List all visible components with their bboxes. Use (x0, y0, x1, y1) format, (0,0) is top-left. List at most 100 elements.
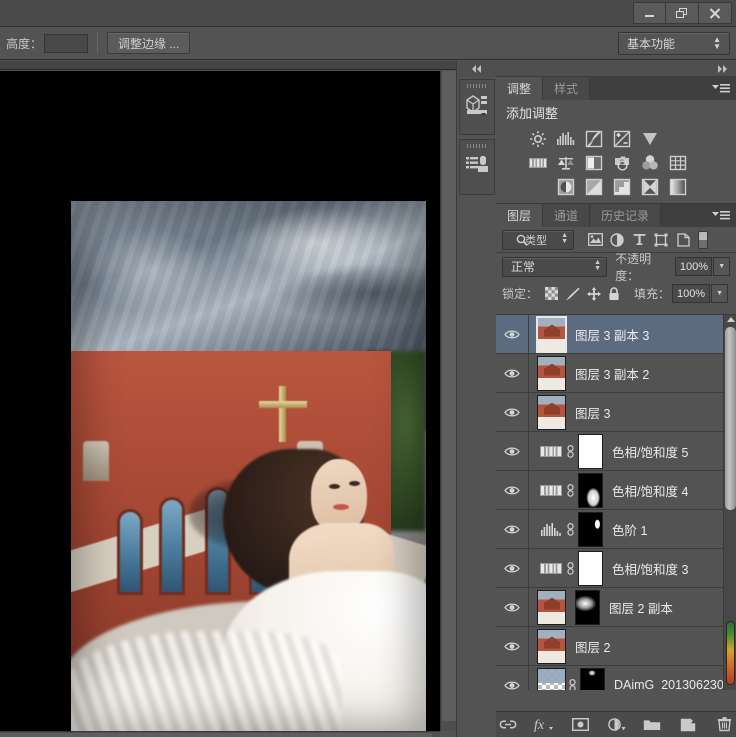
layer-name[interactable]: 色相/饱和度 5 (612, 442, 688, 461)
table-row[interactable]: DAimG_201306230... (496, 666, 736, 690)
scroll-up-arrow-icon[interactable] (727, 317, 735, 322)
layer-name[interactable]: 色相/饱和度 3 (612, 559, 688, 578)
document-tab-strip[interactable] (0, 61, 456, 70)
layer-thumbnail-cell[interactable] (529, 395, 566, 430)
dock-button-history-actions[interactable] (459, 139, 495, 195)
pixel-filter-icon[interactable] (584, 230, 606, 250)
mask-link-icon[interactable] (566, 679, 578, 691)
mask-link-icon[interactable] (564, 484, 576, 497)
tab-history[interactable]: 历史记录 (590, 204, 661, 227)
layer-mask-thumbnail[interactable] (580, 668, 605, 691)
layer-name[interactable]: 色相/饱和度 4 (612, 481, 688, 500)
layer-list-scrollbar[interactable] (723, 315, 736, 690)
posterize-icon[interactable] (580, 175, 608, 199)
layer-visibility-toggle[interactable] (496, 510, 529, 548)
dock-button-3d[interactable] (459, 79, 495, 135)
layer-thumbnail[interactable] (537, 317, 566, 352)
layer-visibility-toggle[interactable] (496, 354, 529, 392)
shape-filter-icon[interactable] (650, 230, 672, 250)
layer-visibility-toggle[interactable] (496, 588, 529, 626)
layer-name[interactable]: 色阶 1 (612, 520, 647, 539)
layer-thumbnail-cell[interactable] (529, 629, 566, 664)
photo-filter-icon[interactable] (608, 151, 636, 175)
layer-name[interactable]: DAimG_201306230... (614, 678, 734, 690)
layer-thumbnail[interactable] (537, 668, 566, 691)
layer-name[interactable]: 图层 3 副本 3 (575, 325, 649, 344)
close-button[interactable] (699, 2, 732, 24)
opacity-input[interactable]: 100% (675, 257, 712, 276)
opacity-dropdown-arrow[interactable]: ▼ (713, 257, 730, 276)
mask-link-icon[interactable] (564, 445, 576, 458)
filter-power-toggle[interactable] (698, 231, 708, 249)
restore-button[interactable] (666, 2, 699, 24)
invert-icon[interactable] (552, 175, 580, 199)
layer-visibility-toggle[interactable] (496, 432, 529, 470)
layer-visibility-toggle[interactable] (496, 666, 529, 690)
table-row[interactable]: 图层 3 副本 3 (496, 315, 736, 354)
layer-mask-thumbnail[interactable] (578, 551, 603, 586)
brightness-contrast-icon[interactable] (524, 127, 552, 151)
gradient-map-icon[interactable] (664, 175, 692, 199)
layer-name[interactable]: 图层 3 (575, 403, 610, 422)
layer-thumbnail[interactable] (537, 395, 566, 430)
layer-thumbnail-cell[interactable] (529, 356, 566, 391)
table-row[interactable]: 色阶 1 (496, 510, 736, 549)
delete-layer-icon[interactable] (714, 715, 734, 735)
hue-saturation-icon[interactable] (524, 151, 552, 175)
table-row[interactable]: 图层 3 副本 2 (496, 354, 736, 393)
layer-style-fx-icon[interactable]: fx (534, 715, 554, 735)
new-adjustment-layer-icon[interactable] (606, 715, 626, 735)
layer-mask-thumbnail[interactable] (578, 512, 603, 547)
layers-panel-menu-icon[interactable] (712, 210, 730, 221)
canvas-horizontal-scrollbar[interactable] (0, 731, 440, 737)
color-balance-icon[interactable] (552, 151, 580, 175)
hue-saturation-icon[interactable] (537, 558, 564, 579)
layer-visibility-toggle[interactable] (496, 393, 529, 431)
layer-mask-thumbnail[interactable] (575, 590, 600, 625)
layer-mask-thumbnail[interactable] (578, 473, 603, 508)
height-input[interactable] (44, 34, 88, 53)
scrollbar-thumb[interactable] (0, 733, 432, 737)
tab-layers[interactable]: 图层 (496, 204, 543, 227)
layer-name[interactable]: 图层 3 副本 2 (575, 364, 649, 383)
new-group-icon[interactable] (642, 715, 662, 735)
layer-thumbnail[interactable] (537, 356, 566, 391)
layer-visibility-toggle[interactable] (496, 627, 529, 665)
add-layer-mask-icon[interactable] (570, 715, 590, 735)
tab-styles[interactable]: 样式 (543, 77, 590, 100)
hue-saturation-icon[interactable] (537, 441, 564, 462)
panel-dock-header[interactable] (496, 61, 736, 77)
fill-dropdown-arrow[interactable]: ▼ (711, 284, 728, 303)
table-row[interactable]: 图层 2 (496, 627, 736, 666)
mask-link-icon[interactable] (564, 562, 576, 575)
layer-list[interactable]: 图层 3 副本 3 图层 3 副本 2 (496, 314, 736, 690)
table-row[interactable]: 色相/饱和度 5 (496, 432, 736, 471)
layer-name[interactable]: 图层 2 (575, 637, 610, 656)
lock-position-icon[interactable] (587, 287, 601, 301)
scrollbar-thumb[interactable] (725, 327, 736, 510)
mask-link-icon[interactable] (564, 523, 576, 536)
layer-thumbnail-cell[interactable] (529, 590, 566, 625)
layer-thumbnail[interactable] (537, 590, 566, 625)
layer-name[interactable]: 图层 2 副本 (609, 598, 673, 617)
layer-visibility-toggle[interactable] (496, 315, 529, 353)
channel-mixer-icon[interactable] (636, 151, 664, 175)
layer-thumbnail-cell[interactable] (529, 317, 566, 352)
filter-kind-select[interactable]: 类型 ▲▼ (502, 230, 574, 250)
layer-visibility-toggle[interactable] (496, 471, 529, 509)
layer-visibility-toggle[interactable] (496, 549, 529, 587)
curves-icon[interactable] (580, 127, 608, 151)
layer-thumbnail[interactable] (537, 629, 566, 664)
color-lookup-icon[interactable] (664, 151, 692, 175)
dock-collapse-header[interactable] (457, 61, 497, 77)
black-white-icon[interactable] (580, 151, 608, 175)
hue-saturation-icon[interactable] (537, 480, 564, 501)
tab-adjustments[interactable]: 调整 (496, 77, 543, 100)
adjustment-filter-icon[interactable] (606, 230, 628, 250)
blend-mode-select[interactable]: 正常 ▲▼ (502, 257, 607, 277)
threshold-icon[interactable] (608, 175, 636, 199)
canvas-vertical-scrollbar[interactable] (440, 71, 456, 731)
link-layers-icon[interactable] (498, 715, 518, 735)
exposure-icon[interactable] (608, 127, 636, 151)
lock-transparency-icon[interactable] (545, 287, 558, 300)
